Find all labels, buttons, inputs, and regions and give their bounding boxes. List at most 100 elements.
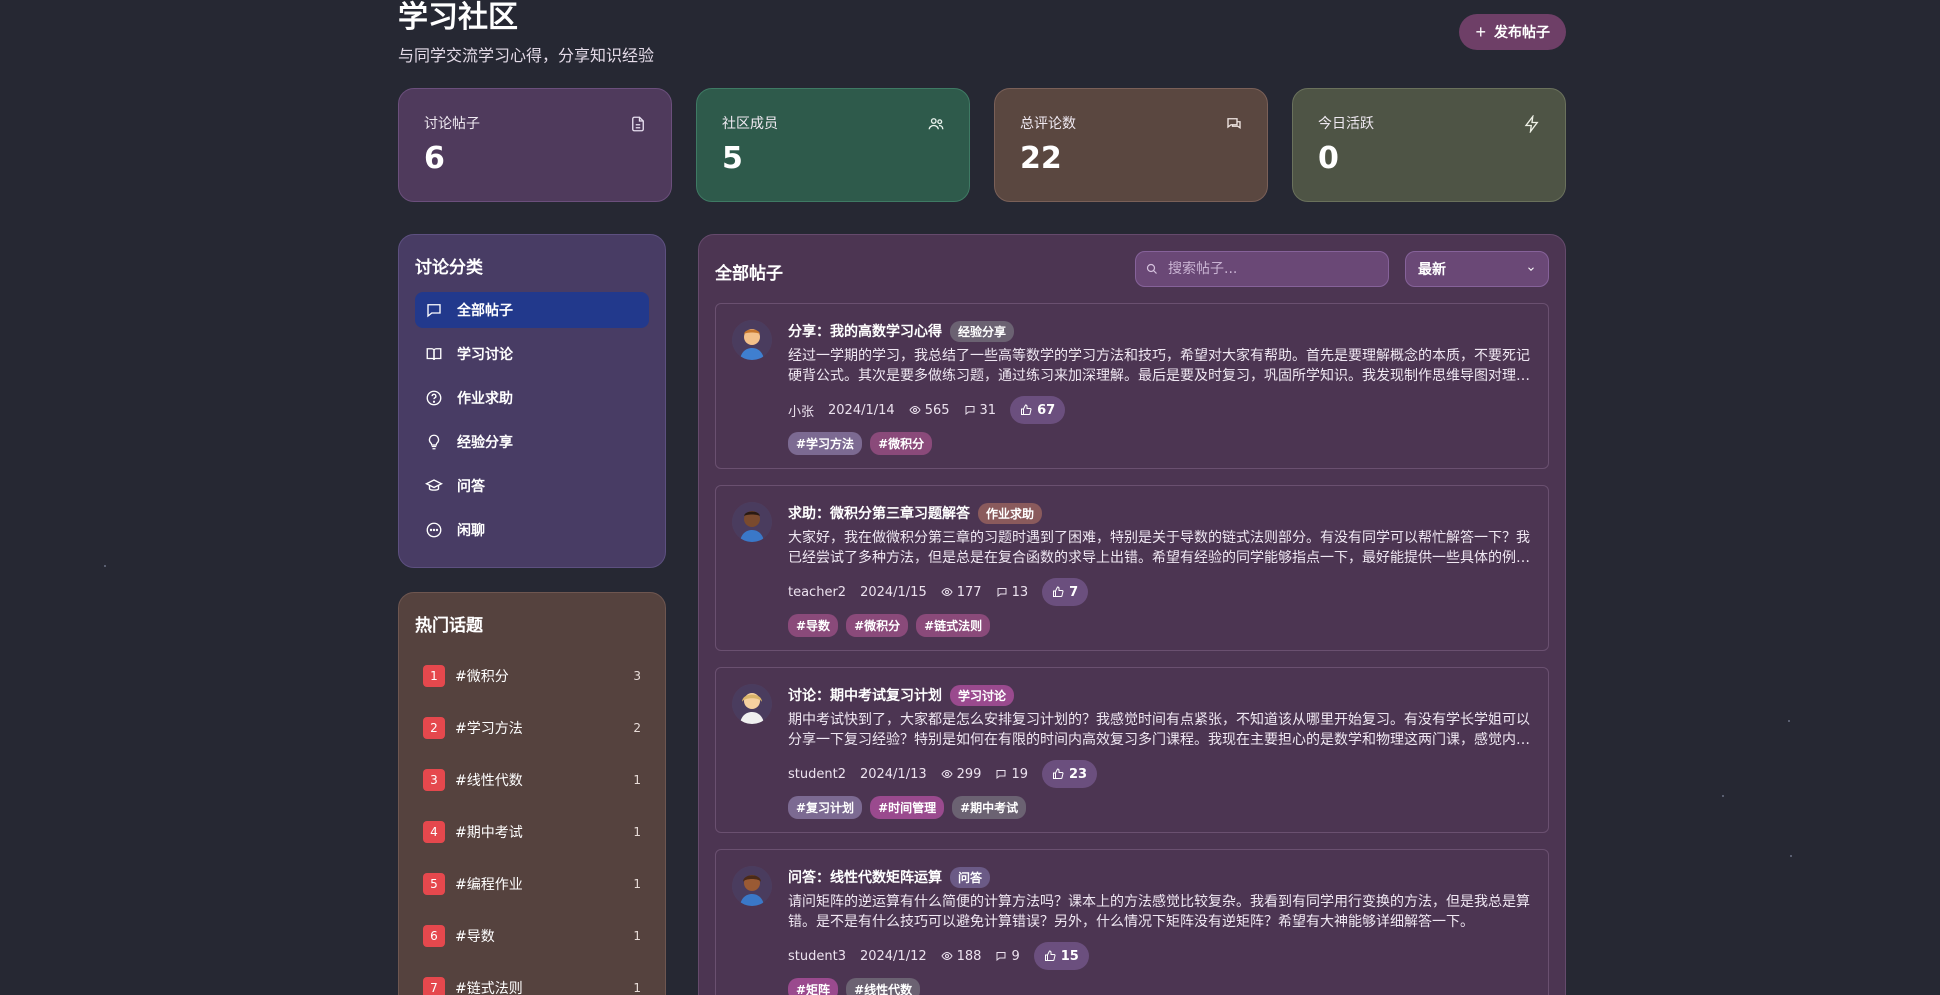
post-meta: student3 2024/1/12 188 9 15 [788, 942, 1532, 970]
like-button[interactable]: 67 [1010, 396, 1066, 424]
post-card[interactable]: 问答：线性代数矩阵运算 问答 请问矩阵的逆运算有什么简便的计算方法吗？课本上的方… [715, 849, 1549, 995]
stat-value: 0 [1318, 141, 1339, 176]
hot-topic-name: #期中考试 [455, 825, 523, 841]
chat-bubble-icon [427, 304, 441, 318]
category-item-homework[interactable]: 作业求助 [415, 380, 649, 416]
posts-panel: 全部帖子 最新 分享：我的高数学习心得 经验分享 经过一学期的学习，我总结了一些… [698, 234, 1566, 995]
hot-topic-item[interactable]: 1 #微积分 3 [415, 650, 649, 702]
post-tag[interactable]: #矩阵 [788, 978, 839, 995]
post-likes: 15 [1060, 948, 1079, 964]
post-tag[interactable]: #线性代数 [846, 978, 921, 995]
hot-topic-name: #链式法则 [455, 981, 523, 995]
stat-label: 今日活跃 [1318, 116, 1374, 132]
post-tag[interactable]: #微积分 [846, 614, 909, 637]
post-body: 请问矩阵的逆运算有什么简便的计算方法吗？课本上的方法感觉比较复杂。我看到有同学用… [788, 894, 1530, 930]
post-category-badge: 经验分享 [950, 320, 1015, 342]
hot-topic-item[interactable]: 4 #期中考试 1 [415, 806, 649, 858]
post-date: 2024/1/14 [828, 402, 895, 418]
comment-icon [997, 588, 1007, 598]
post-date: 2024/1/15 [860, 584, 927, 600]
hot-topic-item[interactable]: 2 #学习方法 2 [415, 702, 649, 754]
comment-icon [965, 406, 975, 416]
stat-card-active: 今日活跃 0 [1292, 88, 1566, 202]
post-author[interactable]: student2 [788, 767, 846, 782]
hot-topic-count: 1 [633, 825, 641, 839]
stat-card-members: 社区成员 5 [696, 88, 970, 202]
post-date: 2024/1/12 [859, 948, 927, 964]
avatar [732, 502, 772, 542]
hot-topic-item[interactable]: 5 #编程作业 1 [415, 858, 649, 910]
post-card[interactable]: 分享：我的高数学习心得 经验分享 经过一学期的学习，我总结了一些高等数学的学习方… [715, 303, 1549, 469]
post-category-badge: 学习讨论 [950, 684, 1015, 706]
post-comments: 31 [979, 402, 997, 418]
category-item-chat[interactable]: 闲聊 [415, 512, 649, 548]
stat-card-posts: 讨论帖子 6 [398, 88, 672, 202]
post-author[interactable]: teacher2 [788, 585, 846, 600]
post-card[interactable]: 求助：微积分第三章习题解答 作业求助 大家好，我在做微积分第三章的习题时遇到了困… [715, 485, 1549, 651]
thumbs-up-icon [1053, 768, 1064, 779]
hot-topic-count: 1 [633, 929, 641, 943]
post-tag[interactable]: #链式法则 [916, 614, 991, 637]
post-body: 期中考试快到了，大家都是怎么安排复习计划的？我感觉时间有点紧张，不知道该从哪里开… [788, 712, 1530, 748]
post-tag[interactable]: #微积分 [870, 432, 933, 455]
sort-value: 最新 [1418, 262, 1446, 278]
hot-topic-name: #微积分 [455, 669, 509, 685]
post-tag[interactable]: #复习计划 [788, 796, 863, 819]
comments-icon [1227, 118, 1241, 130]
post-tags: #矩阵 #线性代数 [788, 978, 1532, 995]
hot-topics-title: 热门话题 [415, 616, 483, 636]
like-button[interactable]: 15 [1033, 942, 1089, 970]
post-title[interactable]: 问答：线性代数矩阵运算 [788, 867, 942, 887]
like-button[interactable]: 7 [1042, 578, 1089, 606]
post-tag[interactable]: #导数 [788, 614, 839, 637]
post-tag[interactable]: #时间管理 [870, 796, 945, 819]
hot-topic-item[interactable]: 6 #导数 1 [415, 910, 649, 962]
hot-topic-rank: 3 [423, 769, 445, 791]
hot-topic-item[interactable]: 3 #线性代数 1 [415, 754, 649, 806]
category-item-label: 问答 [457, 479, 485, 495]
post-likes: 23 [1069, 766, 1088, 782]
users-icon [928, 118, 944, 130]
lightbulb-icon [428, 434, 440, 450]
category-item-study[interactable]: 学习讨论 [415, 336, 649, 372]
category-item-experience[interactable]: 经验分享 [415, 424, 649, 460]
search-box[interactable] [1135, 251, 1389, 287]
like-button[interactable]: 23 [1042, 760, 1098, 788]
lightning-icon [1524, 115, 1539, 133]
category-item-label: 全部帖子 [457, 303, 513, 319]
post-author[interactable]: student3 [788, 949, 846, 964]
post-likes: 67 [1037, 402, 1056, 418]
post-author[interactable]: 小张 [788, 401, 814, 420]
category-panel: 讨论分类 全部帖子 学习讨论 作业求助 经验分享 问答 闲聊 [398, 234, 666, 568]
post-card[interactable]: 讨论：期中考试复习计划 学习讨论 期中考试快到了，大家都是怎么安排复习计划的？我… [715, 667, 1549, 833]
post-body: 大家好，我在做微积分第三章的习题时遇到了困难，特别是关于导数的链式法则部分。有没… [788, 530, 1530, 566]
post-tag[interactable]: #期中考试 [952, 796, 1027, 819]
category-item-label: 作业求助 [457, 391, 513, 407]
hot-topic-rank: 6 [423, 925, 445, 947]
new-post-button[interactable]: + 发布帖子 [1459, 14, 1566, 50]
stat-label: 社区成员 [722, 116, 778, 132]
sort-select[interactable]: 最新 [1405, 251, 1549, 287]
stat-card-comments: 总评论数 22 [994, 88, 1268, 202]
post-meta: teacher2 2024/1/15 177 13 7 [788, 578, 1532, 606]
stat-label: 讨论帖子 [424, 116, 480, 132]
post-title[interactable]: 求助：微积分第三章习题解答 [788, 503, 970, 523]
post-views: 177 [956, 584, 982, 600]
category-item-qa[interactable]: 问答 [415, 468, 649, 504]
hot-topic-name: #导数 [455, 929, 495, 945]
post-views: 188 [956, 948, 982, 964]
category-item-all[interactable]: 全部帖子 [415, 292, 649, 328]
post-title[interactable]: 分享：我的高数学习心得 [788, 321, 942, 341]
post-views: 565 [924, 402, 950, 418]
search-input[interactable] [1168, 261, 1368, 277]
thumbs-up-icon [1044, 950, 1056, 961]
page-subtitle: 与同学交流学习心得，分享知识经验 [398, 46, 655, 65]
page-header: 学习社区 与同学交流学习心得，分享知识经验 + 发布帖子 [398, 0, 1566, 70]
hot-topic-rank: 5 [423, 873, 445, 895]
post-title[interactable]: 讨论：期中考试复习计划 [788, 685, 942, 705]
post-tag[interactable]: #学习方法 [788, 432, 863, 455]
hot-topic-item[interactable]: 7 #链式法则 1 [415, 962, 649, 995]
hot-topic-count: 1 [633, 877, 641, 891]
post-category-badge: 作业求助 [978, 502, 1043, 524]
hot-topic-rank: 2 [423, 717, 445, 739]
